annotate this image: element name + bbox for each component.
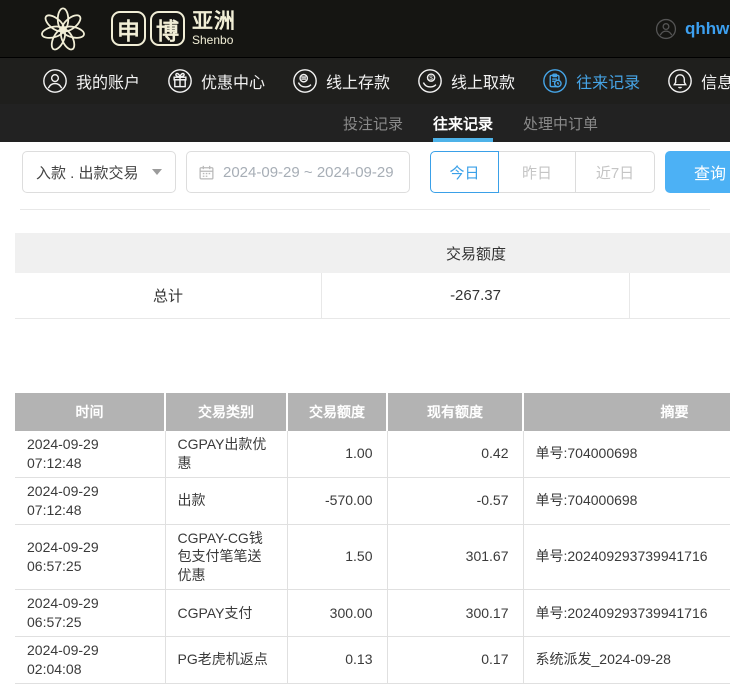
transaction-type-select[interactable]: 入款 . 出款交易 [22,151,176,193]
logo-char-shen: 申 [111,11,146,46]
flower-logo-icon [41,6,85,50]
table-row: 2024-09-29 06:57:25 CGPAY支付 300.00 300.1… [15,589,730,638]
col-header-type: 交易类别 [165,393,288,431]
sub-nav: 投注记录 往来记录 处理中订单 [0,104,730,142]
cell-balance: 0.17 [387,636,524,684]
cell-balance: 300.17 [387,589,524,638]
cell-type: 出款 [165,477,288,525]
tab-label: 投注记录 [343,115,404,133]
cell-type: PG老虎机返点 [165,636,288,684]
records-clipboard-clock-icon [543,69,567,93]
caret-down-icon [152,169,162,175]
table-row: 2024-09-29 07:12:48 CGPAY出款优惠 1.00 0.42 … [15,431,730,478]
nav-item-records[interactable]: 往来记录 [542,68,640,94]
cell-type: CGPAY出款优惠 [165,431,288,478]
nav-item-deposit[interactable]: 线上存款 [292,68,390,94]
table-row: 2024-09-29 06:57:25 CGPAY-CG钱包支付笔笔送优惠 1.… [15,524,730,591]
tab-transaction-records[interactable]: 往来记录 [433,104,494,142]
cell-memo: 单号:704000698 [523,431,730,478]
summary-row-label: 总计 [15,273,322,318]
withdraw-hand-dollar-icon: $ [418,69,442,93]
cell-memo: 单号:202409293739941716 [523,524,730,591]
cell-amount: 300.00 [287,589,388,638]
main-nav: 我的账户 优惠中心 线上存款 $ 线上取款 往来记录 信息 [0,57,730,104]
col-header-balance: 现有额度 [387,393,524,431]
logo-region-text: 亚洲 [192,10,236,33]
cell-amount: 1.00 [287,431,388,478]
last-7-days-button[interactable]: 近7日 [575,151,655,193]
search-button[interactable]: 查询 [665,151,730,193]
nav-label: 线上取款 [451,75,516,92]
table-header-row: 时间 交易类别 交易额度 现有额度 摘要 [15,393,730,431]
date-range-value: 2024-09-29 ~ 2024-09-29 [223,163,394,181]
cell-amount: -570.00 [287,477,388,525]
cell-memo: 系统派发_2024-09-28 [523,636,730,684]
logo-region: 亚洲 Shenbo [192,11,236,46]
date-range-input[interactable]: 2024-09-29 ~ 2024-09-29 [186,151,410,193]
cell-time: 2024-09-29 07:12:48 [15,431,166,478]
cell-time: 2024-09-29 07:12:48 [15,477,166,525]
deposit-hand-coin-icon [293,69,317,93]
cell-memo: 单号:704000698 [523,477,730,525]
tab-processing-orders[interactable]: 处理中订单 [523,104,598,142]
summary-total-value: -267.37 [322,273,630,318]
tab-betting-records[interactable]: 投注记录 [343,104,403,142]
summary-header-row: 交易额度 [15,233,730,273]
transactions-table: 时间 交易类别 交易额度 现有额度 摘要 2024-09-29 07:12:48… [15,393,730,684]
cell-memo: 单号:202409293739941716 [523,589,730,638]
nav-label: 我的账户 [76,75,141,92]
nav-item-promotions[interactable]: 优惠中心 [167,68,265,94]
cell-amount: 0.13 [287,636,388,684]
cell-type: CGPAY-CG钱包支付笔笔送优惠 [165,524,288,591]
yesterday-button[interactable]: 昨日 [498,151,576,193]
cell-type: CGPAY支付 [165,589,288,638]
table-row: 2024-09-29 07:12:48 出款 -570.00 -0.57 单号:… [15,477,730,525]
nav-label: 优惠中心 [201,75,266,92]
calendar-icon [199,165,214,180]
bell-icon [668,69,692,93]
user-icon [655,18,677,39]
today-button[interactable]: 今日 [430,151,499,193]
col-header-memo: 摘要 [523,393,730,431]
cell-time: 2024-09-29 06:57:25 [15,524,166,591]
tab-label: 处理中订单 [523,115,599,133]
table-row: 2024-09-29 02:04:08 PG老虎机返点 0.13 0.17 系统… [15,636,730,684]
nav-label: 信息 [701,75,730,92]
logo-subtitle: Shenbo [192,33,234,47]
col-header-time: 时间 [15,393,166,431]
user-account[interactable]: qhhw [655,0,729,57]
site-logo[interactable]: 申 博 亚洲 Shenbo [33,2,236,56]
tab-label: 往来记录 [433,115,494,133]
col-header-amount: 交易额度 [287,393,388,431]
summary-total-row: 总计 -267.37 [15,273,730,319]
cell-balance: 0.42 [387,431,524,478]
select-value: 入款 . 出款交易 [36,164,139,182]
svg-text:$: $ [429,75,433,82]
nav-label: 往来记录 [576,75,641,92]
cell-time: 2024-09-29 02:04:08 [15,636,166,684]
user-circle-icon [43,69,67,93]
nav-item-my-account[interactable]: 我的账户 [42,68,140,94]
cell-balance: 301.67 [387,524,524,591]
nav-item-messages[interactable]: 信息 [667,68,730,94]
cell-balance: -0.57 [387,477,524,525]
nav-item-withdraw[interactable]: $ 线上取款 [417,68,515,94]
cell-time: 2024-09-29 06:57:25 [15,589,166,638]
filter-bar: 入款 . 出款交易 2024-09-29 ~ 2024-09-29 今日 昨日 … [0,151,730,193]
cell-amount: 1.50 [287,524,388,591]
top-header: 申 博 亚洲 Shenbo qhhw [0,0,730,57]
gift-icon [168,69,192,93]
logo-char-bo: 博 [150,11,185,46]
summary-table: 交易额度 总计 -267.37 [15,233,730,319]
nav-label: 线上存款 [326,75,391,92]
username: qhhw [685,18,730,38]
section-divider [20,209,710,210]
summary-header-label: 交易额度 [445,245,506,263]
